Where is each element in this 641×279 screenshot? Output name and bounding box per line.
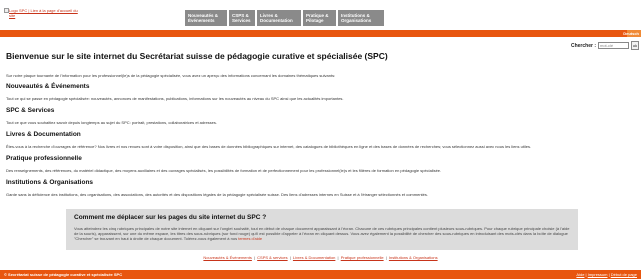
search-label: Chercher : bbox=[570, 42, 596, 49]
site-logo-link[interactable]: Logo SPC | Lien à la page d'accueil du s… bbox=[4, 8, 78, 25]
section-title[interactable]: Pratique professionnelle bbox=[6, 155, 630, 162]
separator: | bbox=[289, 255, 291, 260]
search-box: Chercher : mot-clé ok bbox=[571, 41, 639, 50]
nav-tab-livres[interactable]: Livres & Documentation bbox=[257, 10, 301, 26]
broken-image-icon bbox=[4, 8, 9, 13]
section-text: Tout ce que vous souhaitiez savoir depui… bbox=[6, 120, 218, 125]
footer-link-aide[interactable]: Aide bbox=[576, 272, 584, 277]
orange-nav-bar: Deutsch bbox=[0, 30, 641, 37]
logo-alt-text: Logo SPC | Lien à la page d'accueil du s… bbox=[9, 8, 78, 18]
separator: | bbox=[385, 255, 387, 260]
site-header: Logo SPC | Lien à la page d'accueil du s… bbox=[0, 0, 641, 30]
footer-link-pratique[interactable]: Pratique professionnelle bbox=[341, 255, 384, 260]
search-submit-button[interactable]: ok bbox=[631, 41, 639, 50]
footer-utility-links: Aide | Impressum | Début de page bbox=[576, 272, 637, 277]
page-title: Bienvenue sur le site internet du Secrét… bbox=[6, 51, 388, 61]
section-institutions: Institutions & Organisations Garde sans … bbox=[6, 179, 630, 197]
main-content: Bienvenue sur le site internet du Secrét… bbox=[6, 51, 630, 203]
section-text: Des renseignements, des références, du m… bbox=[6, 168, 442, 173]
section-services: SPC & Services Tout ce que vous souhaiti… bbox=[6, 107, 630, 125]
language-switch[interactable]: Deutsch bbox=[623, 30, 641, 37]
footer-link-livres[interactable]: Livres & Documentation bbox=[293, 255, 335, 260]
copyright-text: © Secrétariat suisse de pédagogie curati… bbox=[4, 272, 123, 277]
section-text: Garde sans la déficience des institution… bbox=[6, 192, 428, 197]
separator: | bbox=[254, 255, 256, 260]
intro-text: Sur notre plaque tournante de l'informat… bbox=[6, 73, 336, 78]
separator: | bbox=[337, 255, 339, 260]
footer-link-impressum[interactable]: Impressum bbox=[588, 272, 608, 277]
nav-tab-nouveautes[interactable]: Nouveautés & Événements bbox=[185, 10, 227, 26]
section-pratique: Pratique professionnelle Des renseigneme… bbox=[6, 155, 630, 173]
section-text: Êtes-vous à la recherche d'ouvrages de r… bbox=[6, 144, 532, 149]
section-text: Tout ce qui se passe en pédagogie spécia… bbox=[6, 96, 344, 101]
nav-tab-pratique[interactable]: Pratique & Pilotage bbox=[303, 10, 336, 26]
language-switch-label: Deutsch bbox=[623, 31, 639, 36]
section-title[interactable]: Institutions & Organisations bbox=[6, 179, 630, 186]
help-text: Vous atteindrez les cinq rubriques princ… bbox=[74, 226, 570, 241]
nav-tab-institutions[interactable]: Institutions & Organisations bbox=[338, 10, 384, 26]
footer-link-institutions[interactable]: Institutions & Organisations bbox=[389, 255, 438, 260]
help-link[interactable]: termes d'aide bbox=[238, 236, 262, 241]
footer-link-nouveautes[interactable]: Nouveautés & Événements bbox=[203, 255, 251, 260]
help-box: Comment me déplacer sur les pages du sit… bbox=[66, 209, 578, 250]
section-livres: Livres & Documentation Êtes-vous à la re… bbox=[6, 131, 630, 149]
nav-tab-csps[interactable]: CSPS & Services bbox=[229, 10, 255, 26]
footer-nav: Nouveautés & Événements | CSPS & service… bbox=[0, 255, 641, 260]
site-footer: © Secrétariat suisse de pédagogie curati… bbox=[0, 270, 641, 279]
section-nouveautes: Nouveautés & Événements Tout ce qui se p… bbox=[6, 83, 630, 101]
section-title[interactable]: SPC & Services bbox=[6, 107, 630, 114]
section-title[interactable]: Livres & Documentation bbox=[6, 131, 630, 138]
help-body: Vous atteindrez les cinq rubriques princ… bbox=[74, 226, 570, 241]
help-title: Comment me déplacer sur les pages du sit… bbox=[74, 214, 267, 221]
main-navigation: Nouveautés & Événements CSPS & Services … bbox=[185, 10, 384, 27]
footer-link-csps[interactable]: CSPS & services bbox=[257, 255, 287, 260]
footer-link-top[interactable]: Début de page bbox=[611, 272, 637, 277]
section-title[interactable]: Nouveautés & Événements bbox=[6, 83, 630, 90]
search-input[interactable]: mot-clé bbox=[598, 42, 629, 49]
